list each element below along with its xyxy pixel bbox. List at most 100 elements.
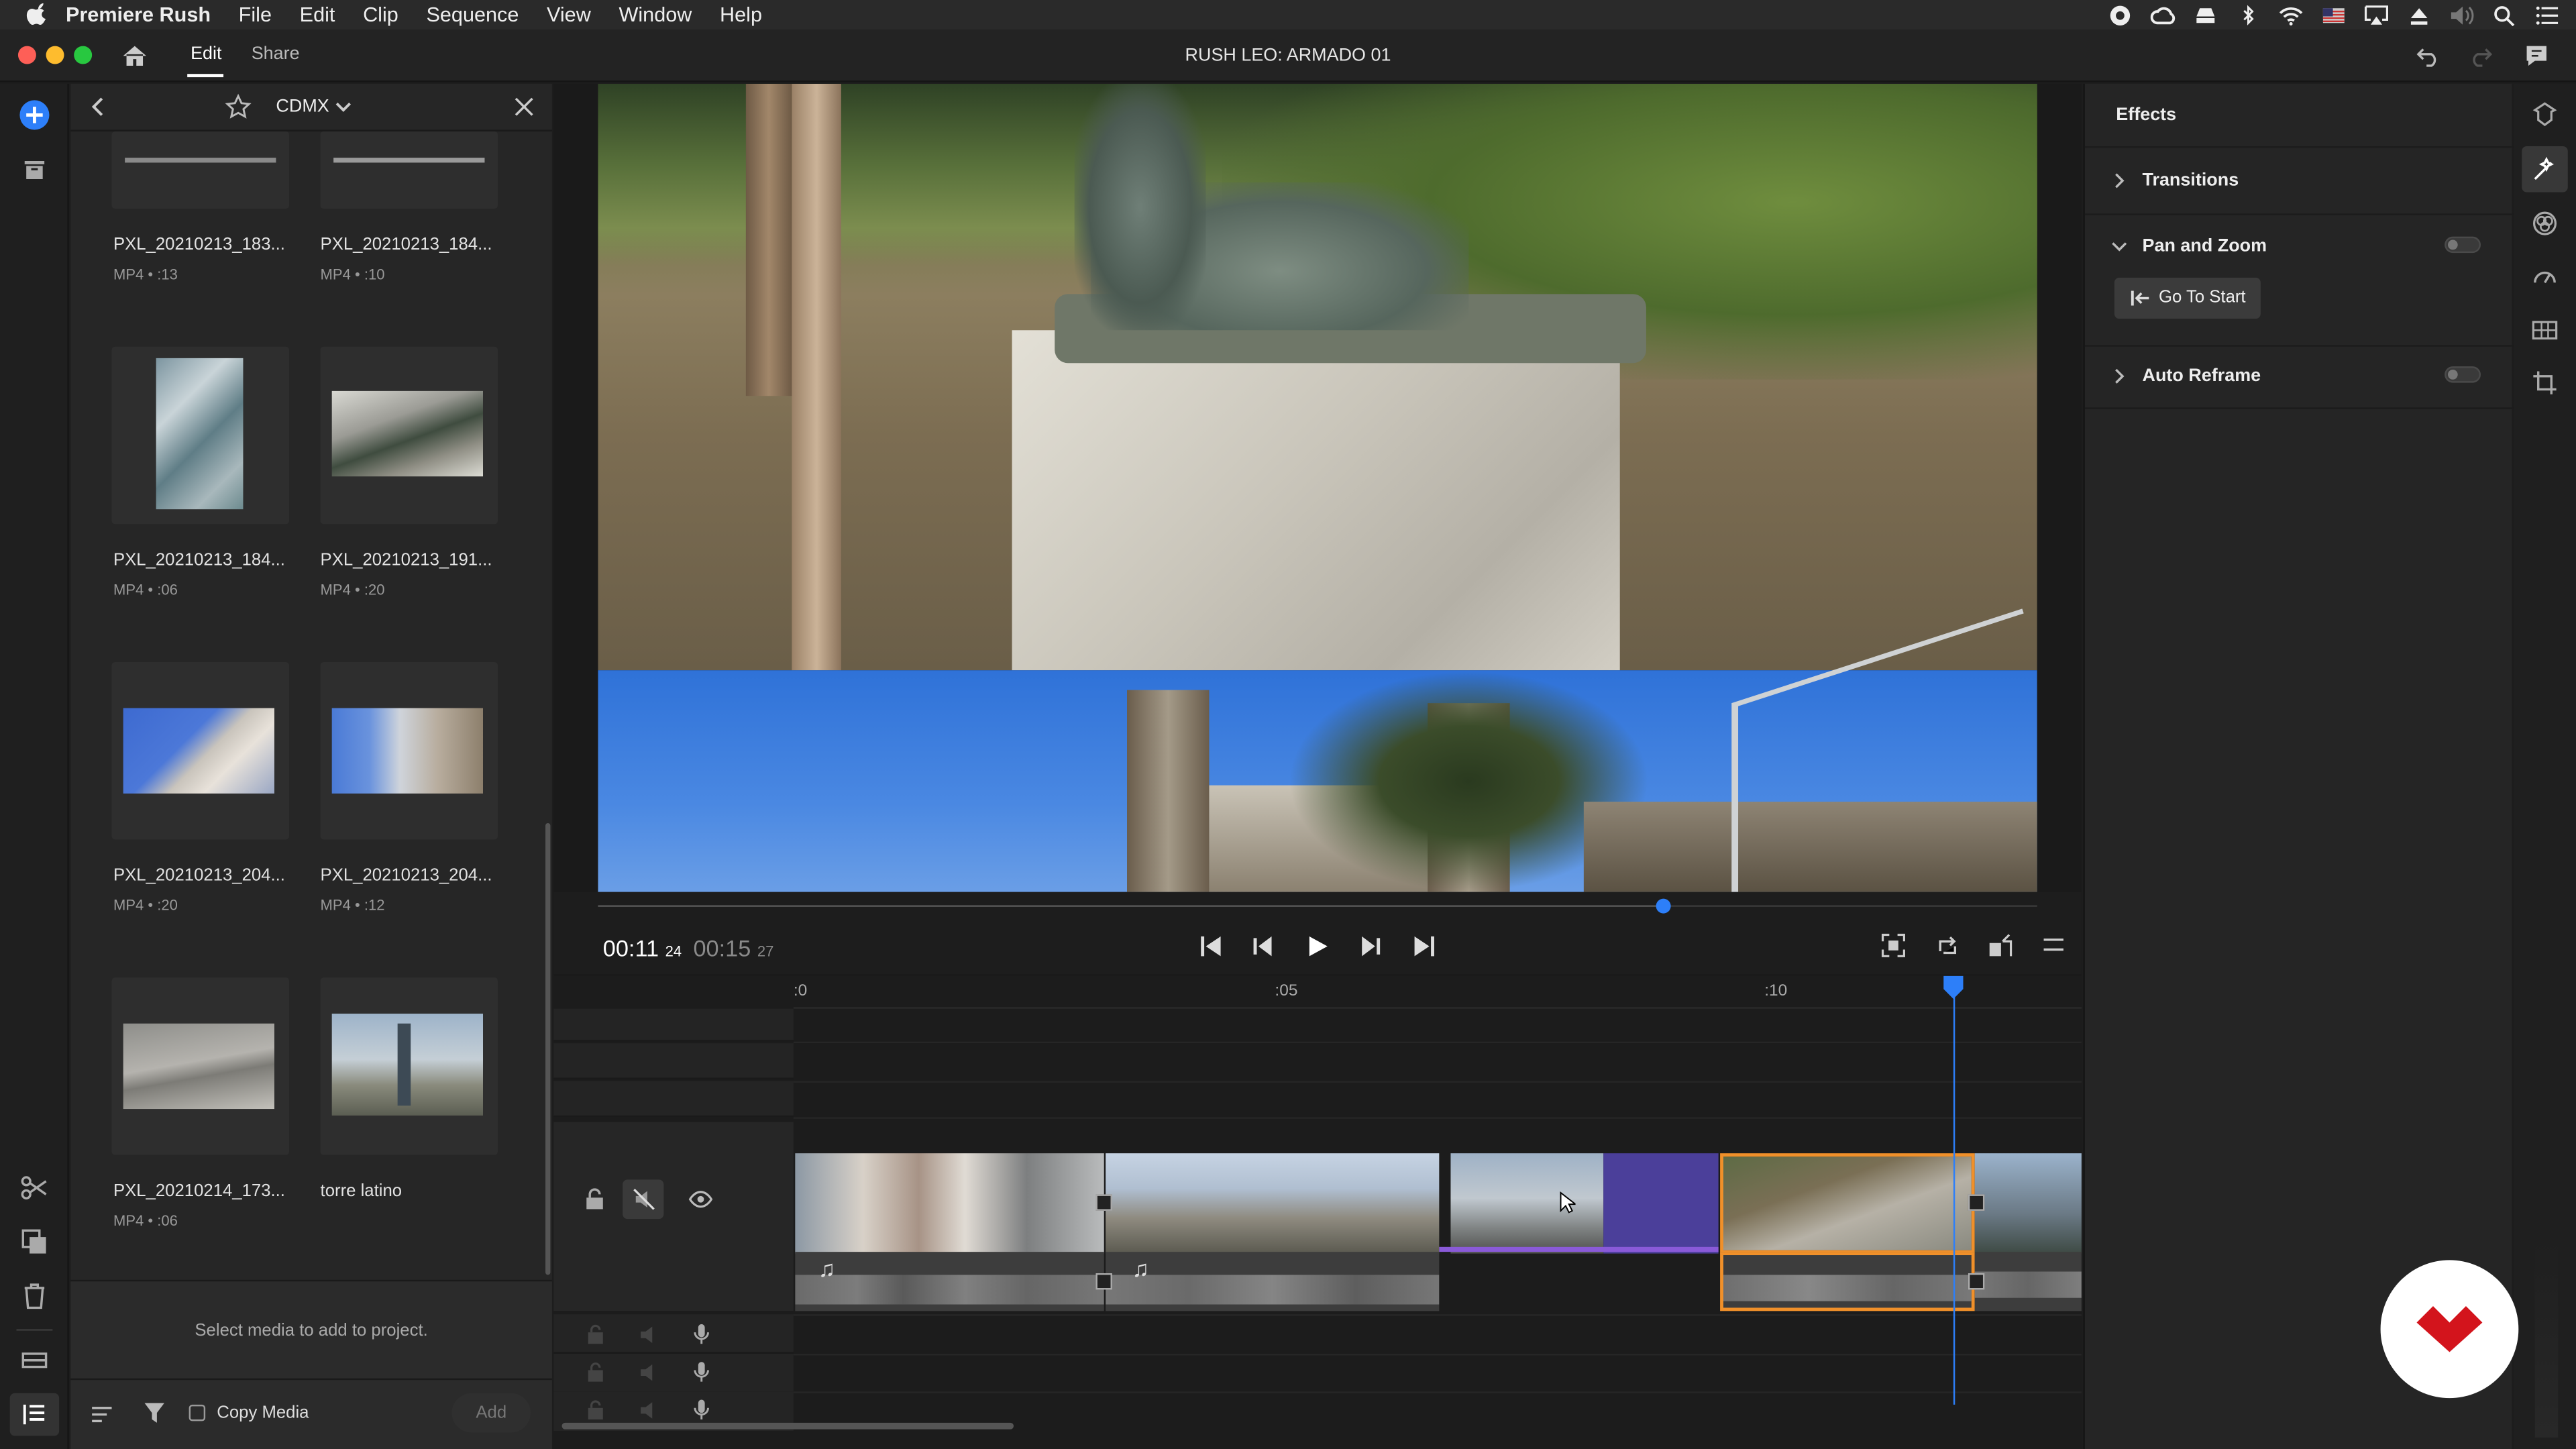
menu-icon[interactable] [2042,934,2065,954]
timeline-scrollbar[interactable] [561,1422,1014,1430]
menu-sequence[interactable]: Sequence [426,3,519,26]
bluetooth-icon[interactable] [2236,4,2261,25]
mute-icon[interactable] [633,1188,655,1211]
add-media-icon[interactable] [18,99,51,131]
menu-file[interactable]: File [239,3,272,26]
chevron-down-icon[interactable] [335,100,352,113]
step-back-icon[interactable] [1252,934,1275,957]
copy-media-checkbox[interactable] [189,1404,206,1421]
loop-icon[interactable] [1935,933,1960,958]
undo-icon[interactable] [2415,44,2441,67]
redo-icon[interactable] [2467,44,2493,67]
go-to-start-icon[interactable] [1199,934,1222,957]
transitions-section[interactable]: Transitions [2084,146,2514,215]
airplay-icon[interactable] [2364,4,2389,25]
speaker-icon[interactable] [639,1324,661,1346]
track-settings-icon[interactable] [18,1344,51,1377]
filter-icon[interactable] [143,1401,166,1424]
effects-icon[interactable] [2532,156,2558,182]
selected-audio-clip[interactable] [1720,1252,1975,1311]
media-scrollbar[interactable] [545,822,551,1275]
folder-name[interactable]: CDMX [276,97,329,116]
visibility-eye-icon[interactable] [688,1189,713,1209]
project-assets-icon[interactable] [18,153,51,186]
lock-icon[interactable] [585,1188,604,1211]
media-panel-icon[interactable] [18,1398,51,1431]
media-thumbnail-6[interactable] [320,661,498,840]
audio-icon[interactable] [2532,317,2558,343]
audio-clip-4[interactable] [1974,1252,2082,1311]
media-thumbnail-5[interactable] [111,661,290,840]
split-scissors-icon[interactable] [18,1171,51,1204]
creative-cloud-icon[interactable] [2150,4,2176,25]
media-thumbnail-8[interactable] [320,977,498,1155]
media-thumbnail-1[interactable] [111,131,290,209]
app-menu[interactable]: Premiere Rush [66,3,211,26]
spotlight-search-icon[interactable] [2492,4,2517,25]
step-forward-icon[interactable] [1358,934,1381,957]
media-thumbnail-7[interactable] [111,977,290,1155]
lock-icon[interactable] [586,1400,604,1421]
graphics-icon[interactable] [2532,102,2558,128]
menu-help[interactable]: Help [720,3,762,26]
eject-icon[interactable] [2407,4,2432,25]
speaker-icon[interactable] [639,1400,661,1421]
media-thumbnail-3[interactable] [111,346,290,525]
media-thumbnail-4[interactable] [320,346,498,525]
speaker-icon[interactable] [639,1362,661,1383]
scrub-handle[interactable] [1656,898,1672,914]
chevron-down-icon[interactable] [2111,240,2127,254]
microphone-icon[interactable] [693,1322,709,1345]
sort-icon[interactable] [91,1403,113,1426]
transition-marker[interactable] [1095,1194,1112,1211]
selected-video-clip[interactable] [1720,1153,1975,1254]
crop-icon[interactable] [2532,370,2558,396]
audio-transition-marker[interactable] [1095,1273,1112,1290]
go-to-start-button[interactable]: Go To Start [2114,277,2261,319]
microphone-icon[interactable] [693,1398,709,1421]
pan-zoom-toggle[interactable] [2445,236,2481,254]
play-icon[interactable] [1306,934,1329,957]
media-thumbnail-2[interactable] [320,131,498,209]
add-button[interactable]: Add [451,1393,531,1433]
go-to-end-icon[interactable] [1413,934,1436,957]
aspect-ratio-icon[interactable] [1988,933,2012,958]
flag-icon[interactable] [2321,4,2346,25]
favorite-star-icon[interactable] [225,93,252,120]
menu-clip[interactable]: Clip [363,3,398,26]
lock-icon[interactable] [586,1362,604,1383]
title-clip[interactable] [1603,1153,1719,1254]
record-icon[interactable] [2108,4,2133,25]
menu-edit[interactable]: Edit [300,3,335,26]
close-icon[interactable] [515,97,534,116]
video-clip-3[interactable] [1450,1153,1604,1254]
speed-icon[interactable] [2532,263,2558,289]
fullscreen-icon[interactable] [1881,933,1906,958]
playhead-handle-icon[interactable] [1943,975,1963,999]
feedback-icon[interactable] [2524,44,2550,67]
menu-view[interactable]: View [547,3,591,26]
drive-icon[interactable] [2193,4,2218,25]
delete-icon[interactable] [18,1280,51,1313]
volume-icon[interactable] [2449,4,2474,25]
color-icon[interactable] [2532,210,2558,236]
video-clip-1[interactable] [795,1153,1104,1254]
video-frame[interactable] [598,83,2037,892]
audio-clip-1[interactable]: ♫ [795,1252,1104,1311]
auto-reframe-section[interactable]: Auto Reframe [2084,347,2514,409]
lock-icon[interactable] [586,1324,604,1346]
transition-marker[interactable] [1968,1194,1985,1211]
audio-clip-2[interactable]: ♫ [1106,1252,1440,1311]
apple-icon[interactable] [26,3,49,26]
chevron-right-icon[interactable] [2112,368,2126,384]
menu-window[interactable]: Window [619,3,692,26]
auto-reframe-toggle[interactable] [2445,366,2481,383]
pan-zoom-section[interactable]: Pan and Zoom Go To Start [2084,215,2514,347]
audio-transition-marker[interactable] [1968,1273,1985,1290]
wifi-icon[interactable] [2279,4,2304,25]
video-clip-5[interactable] [1974,1153,2082,1254]
duplicate-icon[interactable] [18,1226,51,1258]
back-chevron-icon[interactable] [91,97,107,116]
video-clip-2[interactable] [1106,1153,1440,1254]
timeline-ruler[interactable]: :0 :05 :10 [793,976,2082,1009]
